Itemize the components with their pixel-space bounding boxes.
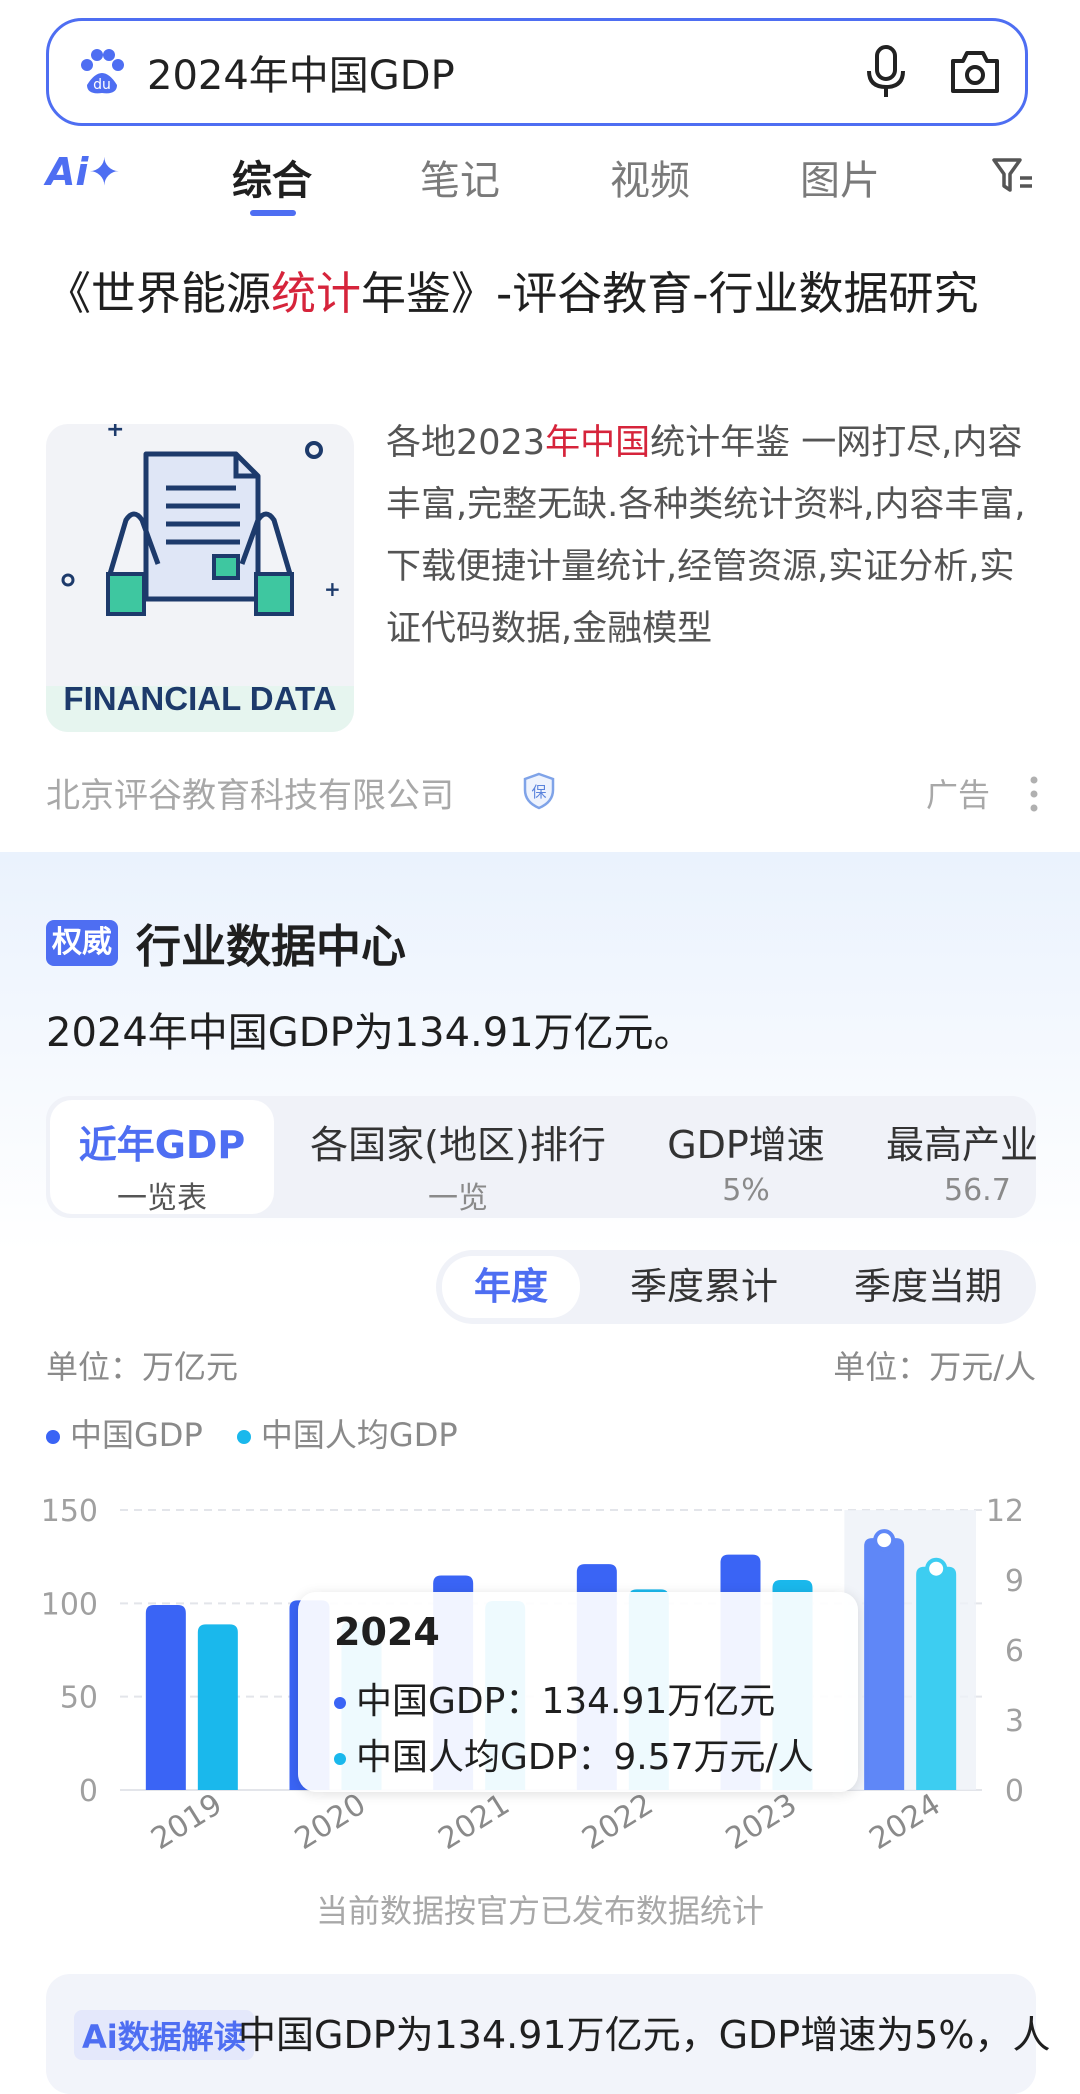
camera-icon[interactable] <box>947 47 1003 97</box>
ai-interpretation-box[interactable]: Ai数据解读 中国GDP为134.91万亿元，GDP增速为5%，人 <box>46 1974 1051 2094</box>
segment-quarterly-current[interactable]: 季度当期 <box>828 1250 1028 1324</box>
result-tabs: Ai✦ 综合 笔记 视频 图片 <box>0 140 1080 220</box>
chart-legend: 中国GDP 中国人均GDP <box>46 1410 458 1456</box>
highlight-point <box>873 1529 896 1552</box>
tooltip-dot <box>334 1697 346 1709</box>
gdp-summary: 2024年中国GDP为134.91万亿元。 <box>46 1010 694 1056</box>
bar-per-capita <box>916 1566 957 1790</box>
cat-tab-gdp-growth[interactable]: GDP增速 5% <box>646 1096 846 1218</box>
svg-text:+: + <box>106 424 124 442</box>
tab-all[interactable]: 综合 <box>232 148 312 206</box>
cat-tab-label: GDP增速 <box>667 1123 825 1167</box>
svg-text:+: + <box>324 577 341 601</box>
cat-tab-sublabel: 一览 <box>428 1181 488 1216</box>
legend-label: 中国GDP <box>70 1416 203 1454</box>
legend-item-per-capita[interactable]: 中国人均GDP <box>236 1416 458 1454</box>
x-tick-label: 2023 <box>720 1787 803 1857</box>
svg-text:du: du <box>93 77 111 93</box>
x-tick-label: 2020 <box>289 1787 372 1857</box>
ai-interpretation-text: 中国GDP为134.91万亿元，GDP增速为5%，人 <box>238 2013 1051 2057</box>
tab-images[interactable]: 图片 <box>800 148 880 206</box>
cat-tab-label: 各国家(地区)排行 <box>310 1123 606 1167</box>
more-options-icon[interactable] <box>1026 774 1042 814</box>
tab-notes[interactable]: 笔记 <box>420 148 500 206</box>
authority-badge: 权威 <box>46 920 118 966</box>
ai-interpretation-tag: Ai数据解读 <box>74 2010 254 2060</box>
image-caption: FINANCIAL DATA <box>63 680 337 717</box>
shield-text: 保 <box>531 783 546 801</box>
cat-tab-recent-gdp[interactable]: 近年GDP 一览表 <box>50 1100 274 1216</box>
chart-tooltip: 2024 中国GDP：134.91万亿元 中国人均GDP：9.57万元/人 <box>298 1592 858 1792</box>
ai-assistant-logo[interactable]: Ai✦ <box>46 150 120 194</box>
legend-dot <box>46 1430 60 1444</box>
y-tick-right: 6 <box>1005 1634 1024 1669</box>
bar-gdp <box>864 1538 905 1790</box>
title-highlight: 统计 <box>271 267 362 320</box>
y-tick-left: 0 <box>79 1774 98 1809</box>
unit-left: 单位：万亿元 <box>46 1348 239 1386</box>
legend-dot <box>236 1430 251 1444</box>
search-bar[interactable]: du 2024年中国GDP <box>46 18 1028 126</box>
ad-source-name[interactable]: 北京评谷教育科技有限公司 <box>46 768 454 817</box>
title-text: 年鉴》-评谷教育-行业数据研究 <box>361 267 979 320</box>
baidu-paw-icon[interactable]: du <box>77 47 127 97</box>
legend-label: 中国人均GDP <box>260 1416 458 1454</box>
title-text: 《世界能源 <box>46 267 272 320</box>
tooltip-text: 中国人均GDP：9.57万元/人 <box>356 1737 814 1778</box>
data-center-title[interactable]: 行业数据中心 <box>136 910 406 975</box>
y-tick-left: 150 <box>41 1494 98 1529</box>
cat-tab-label: 近年GDP <box>78 1123 246 1167</box>
cat-tab-sublabel: 56.7 <box>944 1173 1011 1208</box>
desc-highlight: 年中国 <box>545 423 651 463</box>
period-segmented-control: 年度 季度累计 季度当期 <box>436 1250 1036 1324</box>
tab-videos[interactable]: 视频 <box>610 148 690 206</box>
cat-tab-top-industry[interactable]: 最高产业 56.7 <box>874 1096 1036 1218</box>
y-tick-right: 0 <box>1005 1774 1024 1809</box>
ad-description[interactable]: 各地2023年中国统计年鉴 一网打尽,内容丰富,完整无缺.各种类统计资料,内容丰… <box>386 412 1031 660</box>
tooltip-year: 2024 <box>334 1610 440 1654</box>
tooltip-text: 中国GDP：134.91万亿元 <box>356 1681 776 1722</box>
unit-right: 单位：万元/人 <box>833 1348 1036 1386</box>
legend-item-gdp[interactable]: 中国GDP <box>46 1416 203 1454</box>
ad-result-title[interactable]: 《世界能源统计年鉴》-评谷教育-行业数据研究 <box>46 262 1036 326</box>
x-tick-label: 2019 <box>145 1787 228 1857</box>
cat-tab-sublabel: 一览表 <box>117 1181 207 1216</box>
y-tick-right: 9 <box>1005 1564 1024 1599</box>
highlight-point <box>925 1557 948 1580</box>
y-tick-right: 12 <box>986 1494 1024 1529</box>
verified-shield-icon: 保 <box>523 772 555 810</box>
x-tick-label: 2024 <box>863 1787 946 1857</box>
highlight-band <box>844 1510 976 1790</box>
y-tick-right: 3 <box>1005 1704 1024 1739</box>
bar-per-capita <box>197 1624 238 1790</box>
active-tab-indicator <box>250 210 296 216</box>
tooltip-dot <box>334 1753 346 1765</box>
x-tick-label: 2021 <box>432 1787 515 1857</box>
cat-tab-label: 最高产业 <box>886 1123 1036 1167</box>
ad-label: 广告 <box>926 776 991 814</box>
search-input[interactable]: 2024年中国GDP <box>147 43 455 101</box>
bar-gdp <box>145 1605 186 1790</box>
microphone-icon[interactable] <box>861 43 911 99</box>
data-footnote: 当前数据按官方已发布数据统计 <box>315 1892 764 1930</box>
x-tick-label: 2022 <box>576 1787 659 1857</box>
ad-thumbnail[interactable]: + + FINANCIAL DATA <box>46 424 354 732</box>
segment-quarterly-cumulative[interactable]: 季度累计 <box>604 1250 804 1324</box>
filter-icon[interactable] <box>990 154 1034 198</box>
cat-tab-country-ranking[interactable]: 各国家(地区)排行 一览 <box>298 1096 618 1218</box>
segment-annual[interactable]: 年度 <box>442 1256 580 1318</box>
y-tick-left: 50 <box>60 1681 98 1716</box>
tooltip-row-per-capita: 中国人均GDP：9.57万元/人 <box>334 1728 814 1780</box>
category-tabs: 近年GDP 一览表 各国家(地区)排行 一览 GDP增速 5% 最高产业 56.… <box>46 1096 1036 1218</box>
desc-text: 各地2023 <box>386 423 546 463</box>
y-tick-left: 100 <box>41 1587 98 1622</box>
tooltip-row-gdp: 中国GDP：134.91万亿元 <box>334 1672 775 1724</box>
cat-tab-sublabel: 5% <box>722 1173 770 1208</box>
